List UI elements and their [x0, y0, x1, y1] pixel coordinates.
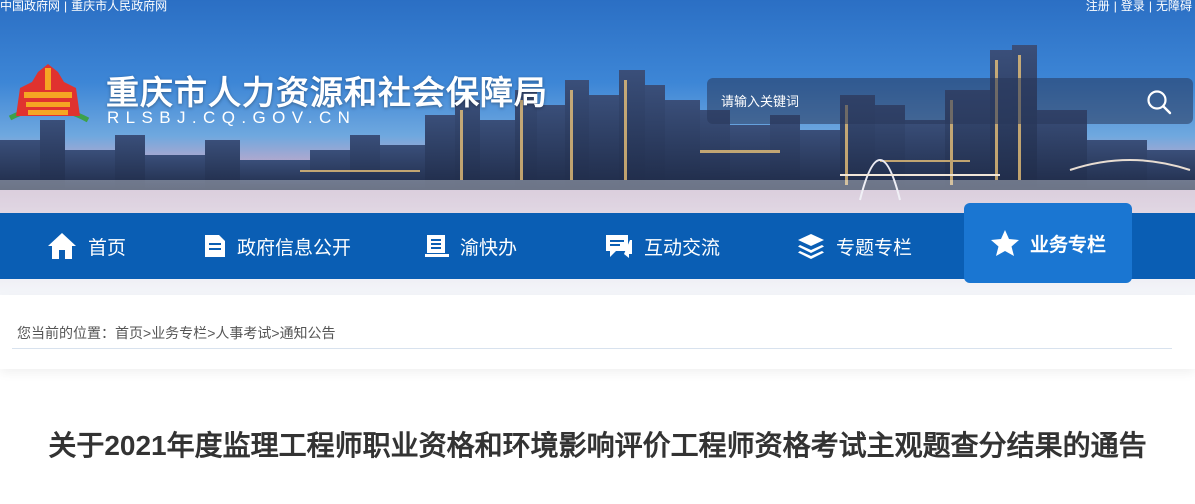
article-title: 关于2021年度监理工程师职业资格和环境影响评价工程师资格考试主观题查分结果的通…: [48, 430, 1147, 461]
breadcrumb-separator: >: [143, 325, 152, 341]
site-domain: RLSBJ.CQ.GOV.CN: [107, 108, 357, 127]
nav-item-yukuaiban[interactable]: 渝快办: [424, 213, 517, 279]
chat-icon: [606, 235, 632, 258]
nav-item-label: 政府信息公开: [237, 237, 352, 259]
breadcrumb-home[interactable]: 首页: [115, 325, 143, 341]
document-icon: [205, 235, 225, 257]
nav-item-home[interactable]: 首页: [46, 213, 126, 279]
nav-item-label: 首页: [88, 237, 127, 259]
nav-item-interaction[interactable]: 互动交流: [604, 213, 720, 279]
nav-item-label: 渝快办: [460, 237, 518, 259]
layers-icon: [798, 234, 824, 259]
breadcrumb: 您当前的位置：首页>业务专栏>人事考试>通知公告: [17, 323, 336, 343]
login-link[interactable]: 登录: [1121, 0, 1145, 13]
gov-portal-link[interactable]: 中国政府网: [0, 0, 60, 13]
search-icon[interactable]: [1146, 89, 1172, 115]
nav-item-business-active[interactable]: 业务专栏: [964, 203, 1132, 283]
breadcrumb-prefix: 您当前的位置：: [17, 325, 115, 341]
top-links-right: 注册 | 登录 | 无障碍: [1086, 0, 1192, 14]
nav-item-label: 互动交流: [644, 237, 721, 259]
breadcrumb-notices[interactable]: 通知公告: [280, 325, 336, 341]
divider: |: [1148, 0, 1152, 13]
register-link[interactable]: 注册: [1086, 0, 1110, 13]
nav-item-label: 专题专栏: [836, 237, 913, 259]
star-icon: [990, 230, 1019, 256]
nav-item-topics[interactable]: 专题专栏: [796, 213, 912, 279]
nav-item-gov-info[interactable]: 政府信息公开: [203, 213, 351, 279]
breadcrumb-personnel-exam[interactable]: 人事考试: [215, 325, 271, 341]
site-title[interactable]: 重庆市人力资源和社会保障局: [106, 66, 548, 114]
book-icon: [425, 235, 449, 257]
nav-item-label: 业务专栏: [1029, 234, 1106, 256]
home-icon: [48, 233, 76, 259]
accessibility-link[interactable]: 无障碍: [1156, 0, 1192, 13]
search-box: [707, 78, 1193, 124]
top-links-left: 中国政府网 | 重庆市人民政府网: [0, 0, 167, 14]
emblem-logo-icon[interactable]: [6, 58, 90, 132]
search-input[interactable]: [721, 90, 1121, 112]
divider: [12, 348, 1172, 349]
breadcrumb-separator: >: [271, 325, 280, 341]
divider: |: [1113, 0, 1117, 13]
breadcrumb-business[interactable]: 业务专栏: [151, 325, 207, 341]
city-portal-link[interactable]: 重庆市人民政府网: [71, 0, 167, 13]
divider: |: [64, 0, 68, 13]
